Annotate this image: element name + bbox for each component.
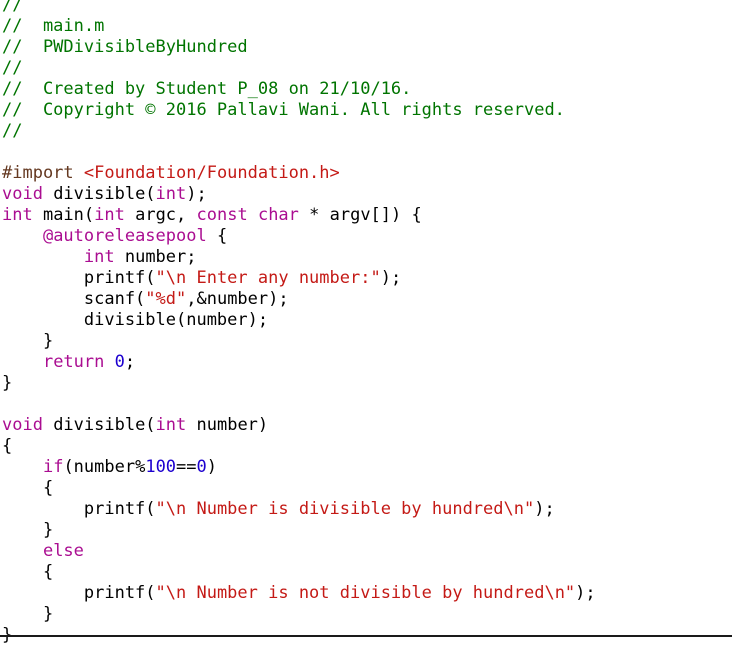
code-line: { xyxy=(2,478,53,499)
code-line: scanf("%d",&number); xyxy=(2,289,289,310)
plain-token: number; xyxy=(114,247,197,267)
keyword-token: void xyxy=(2,415,43,435)
code-line: } xyxy=(2,520,53,541)
plain-token: } xyxy=(2,604,54,624)
keyword-token: char xyxy=(257,205,299,225)
plain-token: == xyxy=(176,457,197,477)
code-line: printf("\n Enter any number:"); xyxy=(2,268,401,289)
code-line: // Copyright © 2016 Pallavi Wani. All ri… xyxy=(2,100,565,121)
plain-token: ); xyxy=(534,499,555,519)
code-line: return 0; xyxy=(2,352,135,373)
code-line: @autoreleasepool { xyxy=(2,226,227,247)
code-line: int number; xyxy=(2,247,197,268)
plain-token: printf( xyxy=(2,268,156,288)
keyword-token: return xyxy=(42,352,105,372)
plain-token: ); xyxy=(380,268,402,288)
keyword-token: if xyxy=(42,457,64,477)
plain-token: { xyxy=(206,226,228,246)
plain-token: } xyxy=(2,520,54,540)
code-line: } xyxy=(2,373,12,394)
keyword-token: int xyxy=(2,205,33,225)
code-line: { xyxy=(2,562,53,583)
string-token: "%d" xyxy=(145,289,187,309)
number-token: 0 xyxy=(196,457,207,477)
code-line: // xyxy=(2,58,22,79)
keyword-token: int xyxy=(155,184,187,204)
keyword-token: int xyxy=(83,247,115,267)
code-line: int main(int argc, const char * argv[]) … xyxy=(2,205,422,226)
comment-token: // Created by Student P_08 on 21/10/16. xyxy=(2,79,412,99)
string-token: "\n Number is divisible by hundred\n" xyxy=(155,499,535,519)
plain-token: { xyxy=(2,478,54,498)
keyword-token: int xyxy=(155,415,187,435)
plain-token: ); xyxy=(186,184,207,204)
code-line: } xyxy=(2,604,53,625)
plain-token: { xyxy=(2,436,13,456)
comment-token: // xyxy=(2,58,23,78)
code-line: printf("\n Number is not divisible by hu… xyxy=(2,583,596,604)
plain-token: } xyxy=(2,331,54,351)
number-token: 100 xyxy=(145,457,177,477)
plain-token: number) xyxy=(186,415,269,435)
plain-token: (number% xyxy=(63,457,146,477)
keyword-token: void xyxy=(2,184,43,204)
string-token: "\n Enter any number:" xyxy=(155,268,381,288)
comment-token: // xyxy=(2,0,23,15)
comment-token: // PWDivisibleByHundred xyxy=(2,37,248,57)
plain-token: divisible( xyxy=(42,415,156,435)
code-line: // xyxy=(2,0,22,16)
plain-token: { xyxy=(2,562,54,582)
comment-token: // Copyright © 2016 Pallavi Wani. All ri… xyxy=(2,100,565,120)
number-token: 0 xyxy=(114,352,125,372)
plain-token: ; xyxy=(124,352,136,372)
keyword-token: @autoreleasepool xyxy=(42,226,207,246)
comment-token: // main.m xyxy=(2,16,105,36)
plain-token: main( xyxy=(32,205,95,225)
keyword-token: else xyxy=(42,541,84,561)
plain-token: scanf( xyxy=(2,289,146,309)
plain-token: * argv[]) { xyxy=(298,205,422,225)
string-token: "\n Number is not divisible by hundred\n… xyxy=(155,583,576,603)
plain-token: ,&number); xyxy=(186,289,289,309)
code-editor[interactable]: //// main.m// PWDivisibleByHundred//// C… xyxy=(0,0,732,645)
keyword-token: int xyxy=(94,205,125,225)
plain-token: printf( xyxy=(2,583,156,603)
string-token: <Foundation/Foundation.h> xyxy=(83,163,340,183)
plain-token: argc, xyxy=(124,205,197,225)
code-line: printf("\n Number is divisible by hundre… xyxy=(2,499,555,520)
code-line: // main.m xyxy=(2,16,104,37)
keyword-token: const xyxy=(196,205,248,225)
plain-token: } xyxy=(2,373,13,393)
plain-token: ); xyxy=(575,583,596,603)
code-line: { xyxy=(2,436,12,457)
code-line: if(number%100==0) xyxy=(2,457,217,478)
code-line: // PWDivisibleByHundred xyxy=(2,37,248,58)
code-line: // Created by Student P_08 on 21/10/16. xyxy=(2,79,411,100)
code-line: // xyxy=(2,121,22,142)
plain-token: divisible( xyxy=(42,184,156,204)
code-line: void divisible(int number) xyxy=(2,415,268,436)
code-line: else xyxy=(2,541,84,562)
code-line: void divisible(int); xyxy=(2,184,207,205)
code-line: divisible(number); xyxy=(2,310,268,331)
preprocessor-token: #import xyxy=(2,163,84,183)
plain-token: ) xyxy=(206,457,218,477)
plain-token: divisible(number); xyxy=(2,310,269,330)
code-line: } xyxy=(2,331,53,352)
code-line: #import <Foundation/Foundation.h> xyxy=(2,163,340,184)
plain-token: printf( xyxy=(2,499,156,519)
comment-token: // xyxy=(2,121,23,141)
